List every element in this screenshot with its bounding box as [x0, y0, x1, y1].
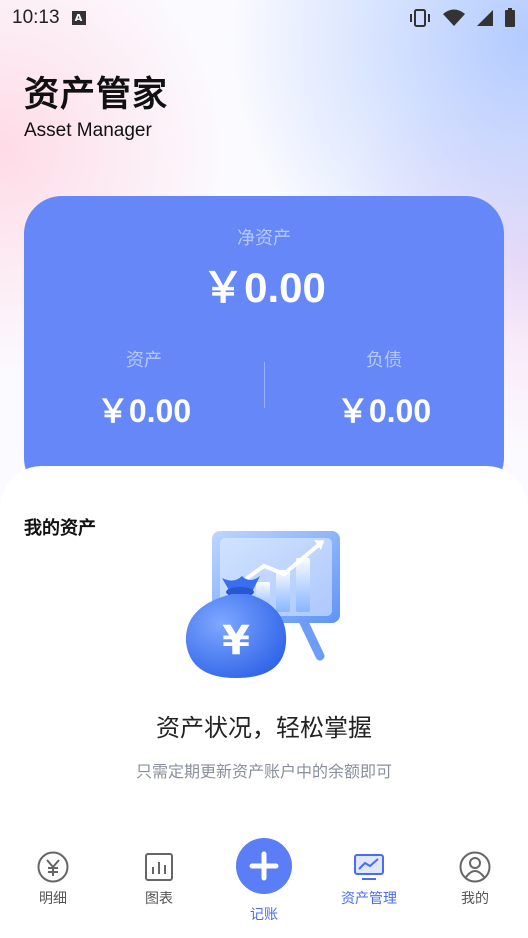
battery-icon — [505, 8, 515, 27]
assets-label: 资产 — [126, 350, 162, 371]
tab-asset-management[interactable]: 资产管理 — [316, 830, 422, 930]
status-time: 10:13 — [12, 7, 60, 28]
assets-summary: 资产 ￥0.00 — [24, 346, 264, 432]
net-assets-label: 净资产 — [237, 228, 291, 249]
tab-label: 我的 — [461, 891, 489, 907]
notification-icon: A — [71, 11, 86, 25]
empty-state-subtitle: 只需定期更新资产账户中的余额即可 — [135, 762, 392, 781]
tab-label: 明细 — [39, 891, 67, 907]
page-title: 资产管家 — [24, 75, 169, 115]
vibrate-icon — [410, 9, 430, 27]
tab-charts[interactable]: 图表 — [106, 830, 212, 930]
net-asset-card: 净资产 ￥0.00 资产 ￥0.00 负债 ￥0.00 — [24, 196, 504, 496]
yen-circle-icon — [37, 851, 69, 883]
liabilities-summary: 负债 ￥0.00 — [264, 346, 504, 432]
system-nav-area — [0, 930, 528, 938]
wifi-icon — [443, 9, 465, 26]
tab-add-record[interactable]: 记账 — [211, 830, 317, 930]
status-icons — [408, 8, 516, 28]
tab-me[interactable]: 我的 — [422, 830, 528, 930]
user-icon — [459, 851, 491, 883]
signal-icon — [477, 10, 493, 26]
page-subtitle: Asset Manager — [24, 120, 152, 141]
yen-symbol: ¥ — [222, 618, 250, 664]
tab-label: 图表 — [145, 891, 173, 907]
add-record-button[interactable] — [236, 838, 292, 894]
money-bag-chart-icon: ¥ — [185, 531, 340, 678]
tab-label: 资产管理 — [341, 891, 397, 907]
tab-label: 记账 — [250, 907, 278, 923]
net-assets-value: ￥0.00 — [202, 264, 326, 311]
bottom-tab-bar: 明细 图表 记账 资产管理 我的 — [0, 830, 528, 938]
plus-icon — [249, 851, 279, 881]
status-bar: 10:13 A — [0, 0, 528, 36]
bar-chart-icon — [145, 853, 173, 881]
trend-monitor-icon — [354, 854, 384, 880]
empty-state-title: 资产状况，轻松掌握 — [156, 714, 372, 742]
liabilities-value: ￥0.00 — [336, 393, 432, 429]
liabilities-label: 负债 — [366, 350, 402, 371]
my-assets-title: 我的资产 — [24, 518, 96, 539]
tab-details[interactable]: 明细 — [0, 830, 106, 930]
assets-value: ￥0.00 — [96, 393, 192, 429]
